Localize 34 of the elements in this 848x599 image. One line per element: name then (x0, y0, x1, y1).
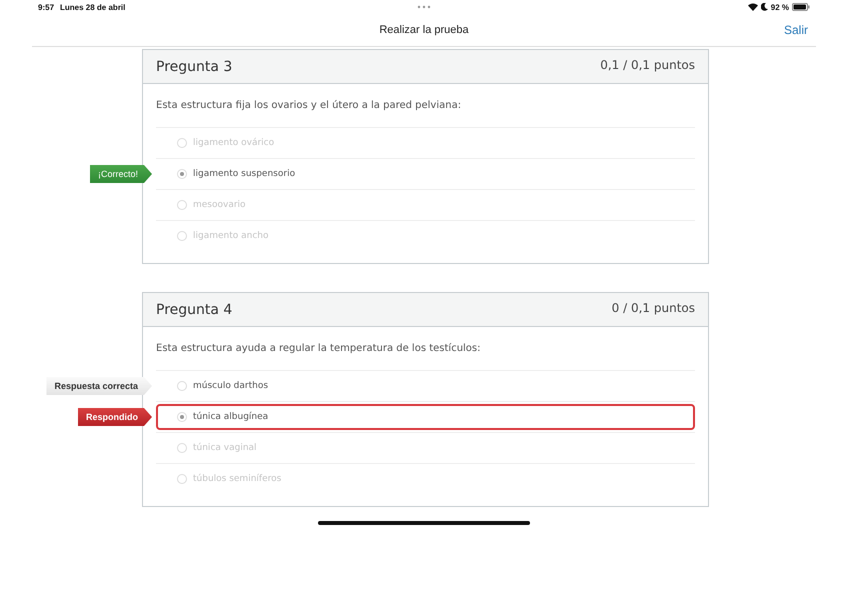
question-text: Esta estructura ayuda a regular la temperatura de los testículos: (156, 343, 482, 354)
question-points: 0,1 / 0,1 puntos (600, 58, 695, 72)
answer-label: túnica albugínea (193, 412, 268, 422)
radio-button[interactable] (177, 443, 187, 453)
radio-button[interactable] (177, 231, 187, 241)
moon-icon (760, 3, 768, 11)
battery-percent: 92 % (770, 2, 789, 12)
answer-flag: Respondido (78, 408, 152, 426)
battery-icon (792, 3, 810, 11)
answer-label: ligamento suspensorio (193, 169, 296, 179)
more-icon (417, 5, 431, 9)
answer-flag: Respuesta correcta (46, 377, 152, 395)
wifi-icon (748, 3, 758, 11)
answer-label: mesoovario (193, 200, 246, 210)
radio-button[interactable] (177, 474, 187, 484)
answer-label: túnica vaginal (193, 443, 257, 453)
answer-label: ligamento ancho (193, 231, 269, 241)
question-text: Esta estructura fija los ovarios y el útero a la pared pelviana: (156, 100, 462, 111)
answer-label: músculo darthos (193, 381, 268, 391)
radio-button[interactable] (177, 412, 187, 422)
radio-button[interactable] (177, 169, 187, 179)
question-points: 0 / 0,1 puntos (612, 301, 695, 315)
radio-button[interactable] (177, 381, 187, 391)
exit-link[interactable]: Salir (784, 23, 808, 37)
answer-flag: ¡Correcto! (90, 165, 152, 183)
answer-label: ligamento ovárico (193, 138, 274, 148)
status-date: Lunes 28 de abril (60, 2, 126, 12)
question-title: Pregunta 3 (156, 58, 232, 74)
radio-button[interactable] (177, 138, 187, 148)
page-title: Realizar la prueba (379, 24, 469, 36)
radio-button[interactable] (177, 200, 187, 210)
status-time: 9:57 (38, 2, 54, 12)
answer-label: túbulos seminíferos (193, 474, 282, 484)
question-title: Pregunta 4 (156, 302, 232, 318)
